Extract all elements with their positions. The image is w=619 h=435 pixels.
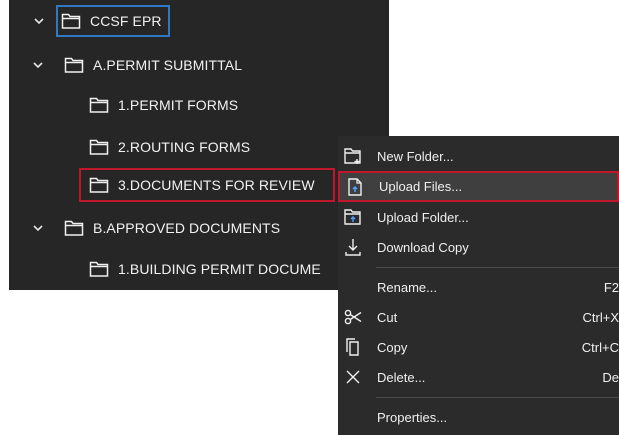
tree-item-building-permit-documents[interactable]: 1.BUILDING PERMIT DOCUME	[88, 253, 321, 285]
tree-item-documents-for-review[interactable]: 3.DOCUMENTS FOR REVIEW	[79, 168, 335, 202]
folder-icon	[88, 95, 110, 115]
menu-item-label: Download Copy	[377, 239, 469, 255]
menu-item-label: Rename...	[377, 279, 437, 295]
menu-item-rename[interactable]: Rename... F2	[338, 272, 619, 302]
shortcut-label: De	[602, 369, 619, 385]
tree-item-routing-forms[interactable]: 2.ROUTING FORMS	[88, 131, 250, 163]
tree-item-label: A.PERMIT SUBMITTAL	[93, 57, 243, 73]
tree-item-label: 2.ROUTING FORMS	[118, 139, 251, 155]
menu-item-download-copy[interactable]: Download Copy	[338, 232, 619, 262]
menu-item-label: Upload Folder...	[377, 209, 469, 225]
tree-item-label: B.APPROVED DOCUMENTS	[93, 220, 281, 236]
folder-tree-panel: CCSF EPR A.PERMIT SUBMITTAL 1.PERMIT FOR…	[9, 0, 389, 290]
menu-item-label: Cut	[377, 309, 398, 325]
menu-item-upload-folder[interactable]: Upload Folder...	[338, 202, 619, 232]
tree-item-approved-documents[interactable]: B.APPROVED DOCUMENTS	[31, 212, 280, 244]
folder-icon	[88, 175, 110, 195]
upload-file-icon	[344, 176, 366, 198]
focused-root-folder[interactable]: CCSF EPR	[56, 5, 170, 37]
menu-item-label: Copy	[377, 339, 408, 355]
folder-icon	[88, 137, 110, 157]
upload-folder-icon	[342, 206, 364, 228]
download-icon	[342, 236, 364, 258]
delete-x-icon	[342, 366, 364, 388]
tree-item-label: 3.DOCUMENTS FOR REVIEW	[118, 177, 315, 193]
shortcut-label: Ctrl+X	[582, 309, 619, 325]
tree-item-label: CCSF EPR	[90, 13, 162, 29]
folder-icon	[63, 218, 85, 238]
folder-icon	[60, 11, 82, 31]
tree-item-label: 1.PERMIT FORMS	[118, 97, 239, 113]
tree-item-label: 1.BUILDING PERMIT DOCUME	[118, 261, 321, 277]
folder-icon	[88, 259, 110, 279]
menu-item-label: New Folder...	[377, 148, 454, 164]
chevron-down-icon[interactable]	[31, 221, 45, 235]
tree-item-permit-submittal[interactable]: A.PERMIT SUBMITTAL	[31, 49, 242, 81]
chevron-down-icon[interactable]	[31, 58, 45, 72]
menu-item-upload-files[interactable]: Upload Files...	[338, 171, 619, 202]
new-folder-icon	[342, 145, 364, 167]
context-menu: New Folder... Upload Files... Upload Fol…	[338, 136, 619, 435]
copy-icon	[342, 336, 364, 358]
menu-item-delete[interactable]: Delete... De	[338, 362, 619, 392]
shortcut-label: F2	[603, 279, 619, 295]
scissors-icon	[342, 306, 364, 328]
menu-separator	[376, 267, 619, 268]
folder-icon	[63, 55, 85, 75]
menu-item-cut[interactable]: Cut Ctrl+X	[338, 302, 619, 332]
tree-item-permit-forms[interactable]: 1.PERMIT FORMS	[88, 89, 238, 121]
menu-item-label: Properties...	[377, 409, 448, 425]
menu-item-properties[interactable]: Properties...	[338, 402, 619, 432]
menu-item-new-folder[interactable]: New Folder...	[338, 141, 619, 171]
menu-item-label: Delete...	[377, 369, 426, 385]
shortcut-label: Ctrl+C	[581, 339, 619, 355]
tree-item-ccsf-epr[interactable]: CCSF EPR	[32, 5, 170, 37]
chevron-down-icon[interactable]	[32, 14, 46, 28]
menu-item-copy[interactable]: Copy Ctrl+C	[338, 332, 619, 362]
menu-separator	[376, 397, 619, 398]
menu-item-label: Upload Files...	[379, 179, 463, 194]
